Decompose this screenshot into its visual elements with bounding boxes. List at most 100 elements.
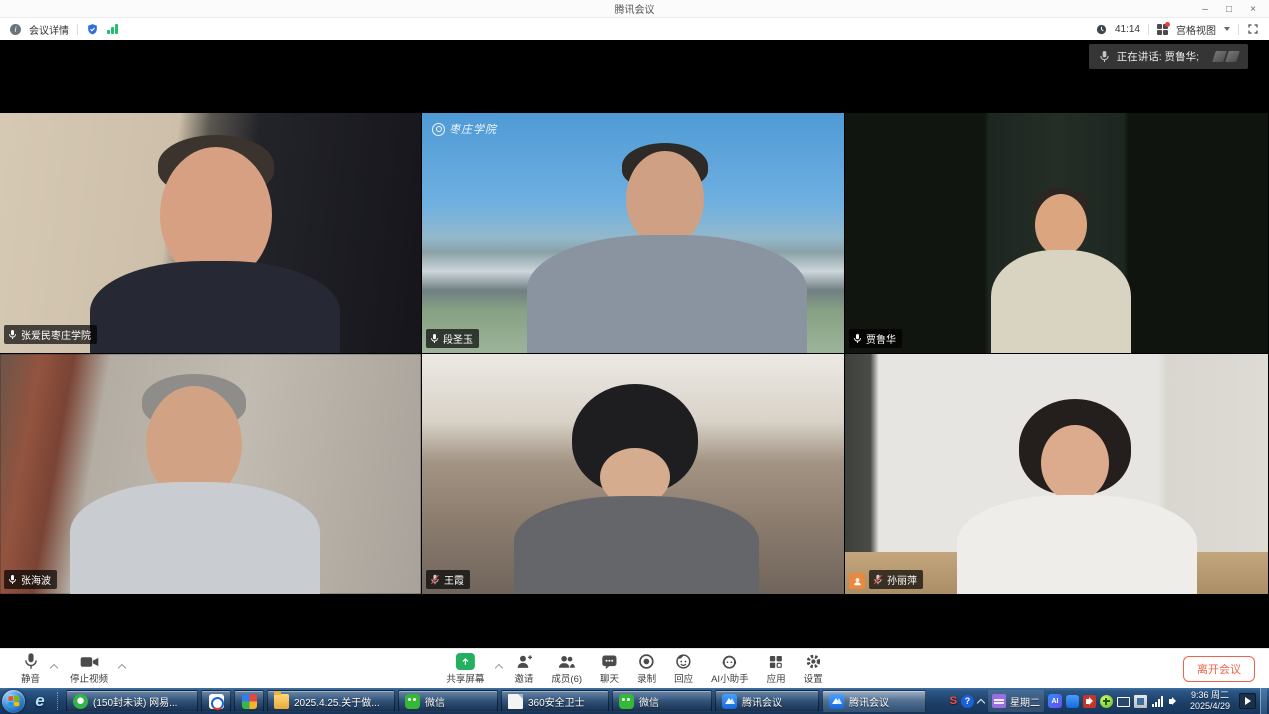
window-controls: – □ × [1193,0,1265,18]
security-shield-icon[interactable] [86,23,99,36]
tray-calendar[interactable]: 星期二 [988,690,1044,712]
mic-on-icon [853,333,862,344]
share-screen-button[interactable]: 共享屏幕 [439,653,491,685]
record-button[interactable]: 录制 [630,653,663,685]
taskbar-baidu-pan-button[interactable] [201,690,231,712]
document-icon [508,694,523,709]
chat-bubble-icon [601,653,618,670]
participant-name: 贾鲁华 [866,331,896,346]
settings-button[interactable]: 设置 [797,653,830,685]
fullscreen-icon[interactable] [1247,23,1259,35]
taskbar-meeting-button-active[interactable]: 腾讯会议 [822,690,926,712]
clock-time: 9:36 周二 [1190,690,1230,701]
tencent-meeting-icon [722,694,737,709]
minimize-button[interactable]: – [1193,0,1217,18]
control-bar-center: 共享屏幕 邀请 成员(6) 聊天 录制 回应 [439,653,829,685]
mute-button[interactable]: 静音 [14,652,47,685]
red-speaker-tray-icon[interactable] [1083,695,1096,708]
network-tray-icon[interactable] [1134,695,1147,708]
name-label: 张海波 [4,570,57,589]
share-options-chevron[interactable] [494,663,502,671]
taskbar-folder-button[interactable]: 2025.4.25.关于做... [267,690,395,712]
invite-button[interactable]: 邀请 [507,653,540,685]
meeting-details-link[interactable]: 会议详情 [29,22,69,37]
participant-figure [1005,188,1115,353]
participant-figure [120,133,310,353]
video-tile-jialuhua[interactable]: 贾鲁华 [845,113,1268,353]
monitor-tray-icon[interactable] [1117,697,1130,707]
apps-button[interactable]: 应用 [760,654,793,685]
start-button[interactable] [2,690,25,713]
speaking-text: 正在讲话: 贾鲁华; [1117,49,1199,64]
media-play-tray-icon[interactable] [1239,693,1256,709]
ai-tray-icon[interactable]: AI [1048,694,1062,708]
info-icon: i [10,24,21,35]
close-button[interactable]: × [1241,0,1265,18]
tencent-meeting-icon [829,694,844,709]
meeting-timer: 41:14 [1115,24,1140,35]
taskbar-clock[interactable]: 9:36 周二 2025/4/29 [1185,690,1235,713]
video-tile-zhanghaibo[interactable]: 张海波 [0,354,421,594]
mail-browser-icon [73,694,88,709]
maximize-button[interactable]: □ [1217,0,1241,18]
video-tile-zhangaimin[interactable]: 张爱民枣庄学院 [0,113,421,353]
leave-meeting-button[interactable]: 离开会议 [1183,656,1255,682]
participant-name: 王霞 [444,572,464,587]
taskbar-meeting-button[interactable]: 腾讯会议 [715,690,819,712]
windows-taskbar: e (150封未读) 网易... 2025.4.25.关于做... 微信 360… [0,688,1269,714]
taskbar-pinwheel-button[interactable] [234,690,264,712]
chat-button[interactable]: 聊天 [593,653,626,685]
participant-name: 张海波 [21,572,51,587]
apps-grid-icon [768,654,784,670]
control-bar-left: 静音 停止视频 [14,652,127,685]
reaction-face-icon [675,653,692,670]
view-mode-selector[interactable]: 宫格视图 [1176,22,1216,37]
video-options-chevron[interactable] [118,664,126,672]
tray-expand-chevron-icon[interactable] [977,698,985,706]
clock-date: 2025/4/29 [1190,701,1230,712]
participant-figure [90,374,310,594]
participant-figure [572,143,762,353]
members-button[interactable]: 成员(6) [544,653,589,685]
video-tile-sunliping[interactable]: 孙丽萍 [845,354,1268,594]
name-label: 王霞 [426,570,470,589]
ai-assistant-button[interactable]: AI小助手 [704,653,755,685]
participant-name: 张爱民枣庄学院 [21,327,91,342]
volume-tray-icon[interactable] [1168,695,1181,708]
mic-muted-icon [430,574,440,585]
reaction-button[interactable]: 回应 [667,653,700,685]
share-screen-icon [456,653,475,670]
mic-options-chevron[interactable] [50,664,58,672]
members-icon [558,653,576,670]
help-icon[interactable]: ? [961,695,974,708]
sogou-input-icon[interactable]: S [950,695,957,707]
wechat-icon [405,694,420,709]
taskbar-360-button[interactable]: 360安全卫士 [501,690,609,712]
record-icon [638,653,655,670]
chevron-down-icon[interactable] [1224,27,1230,31]
participant-figure [975,399,1175,594]
grid-view-icon [1157,24,1168,35]
stop-video-button[interactable]: 停止视频 [63,654,115,685]
folder-icon [274,694,289,709]
ai-assistant-icon [721,653,738,670]
video-tile-duanshengyu[interactable]: 枣庄学院 段圣玉 [422,113,844,353]
internet-explorer-icon[interactable]: e [28,691,52,711]
microphone-icon [23,652,39,670]
taskbar-mail-button[interactable]: (150封未读) 网易... [66,690,198,712]
taskbar-wechat2-button[interactable]: 微信 [612,690,712,712]
active-speaker-indicator: 正在讲话: 贾鲁华; [1089,44,1248,69]
taskbar-wechat-button[interactable]: 微信 [398,690,498,712]
network-signal-icon[interactable] [107,24,118,34]
name-label: 段圣玉 [426,329,479,348]
green-plus-tray-icon[interactable] [1100,695,1113,708]
show-desktop-button[interactable] [1260,688,1267,714]
meeting-control-bar: 静音 停止视频 共享屏幕 邀请 成员(6) [0,648,1269,688]
participant-grid: 张爱民枣庄学院 枣庄学院 段圣玉 [0,113,1269,594]
signal-tray-icon[interactable] [1151,695,1164,708]
video-tile-wangxia[interactable]: 王霞 [422,354,844,594]
logo-ring-icon [432,123,445,136]
watermark-text: 枣庄学院 [449,121,497,137]
pinwheel-app-icon [242,694,257,709]
meeting-tray-icon[interactable] [1066,695,1079,708]
